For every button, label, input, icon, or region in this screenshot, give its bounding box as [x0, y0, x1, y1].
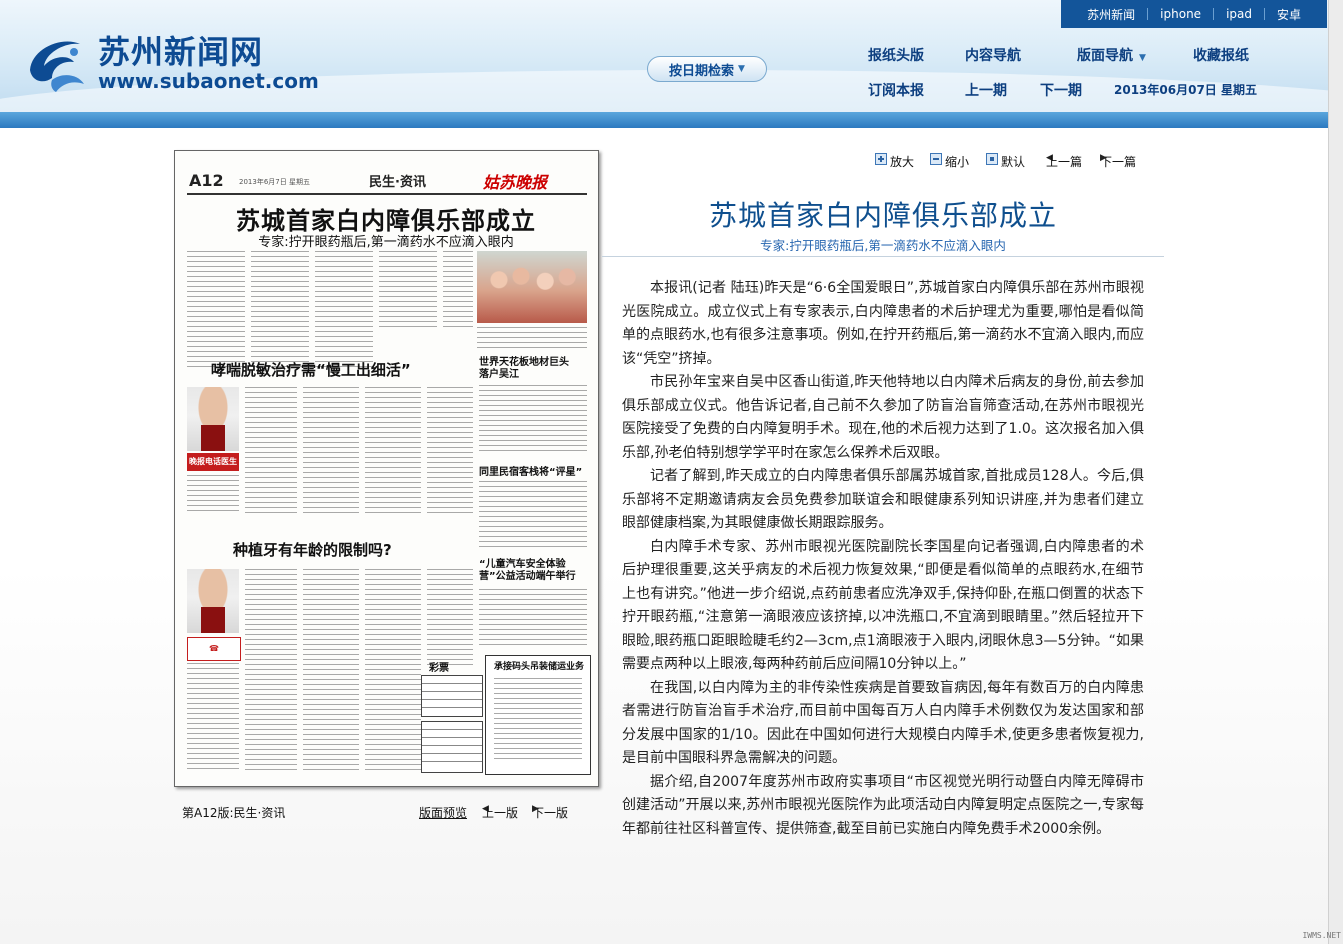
- nav-row-secondary: 订阅本报 上一期 下一期 2013年06月07日 星期五: [0, 80, 1343, 100]
- article-title: 苏城首家白内障俱乐部成立: [708, 199, 1057, 232]
- text-column: [479, 481, 587, 551]
- classified-ad-box: 承接码头吊装储运业务: [485, 655, 591, 775]
- zoom-in-icon: [875, 153, 887, 165]
- lottery-table: [421, 721, 483, 773]
- photo-caption: [477, 327, 587, 351]
- hotline-badge: 晚报电话医生: [187, 453, 239, 471]
- story-headline-homestay[interactable]: 同里民宿客栈将“评星”: [479, 463, 582, 478]
- story-headline-ceiling[interactable]: 世界天花板地材巨头落户吴江: [479, 357, 569, 381]
- top-link-iphone[interactable]: iphone: [1148, 7, 1213, 21]
- text-column: [427, 569, 473, 669]
- top-link-strip: 苏州新闻 iphone ipad 安卓: [1061, 0, 1327, 28]
- top-link-ipad[interactable]: ipad: [1214, 7, 1264, 21]
- dentist-photo: [187, 569, 239, 633]
- zoom-out-icon: [930, 153, 942, 165]
- article-paragraph: 据介绍,自2007年度苏州市政府实事项目“市区视觉光明行动暨白内障无障碍市创建活…: [622, 773, 1144, 837]
- text-column: [303, 387, 359, 517]
- previous-article-label: 上一篇: [1046, 155, 1083, 169]
- text-column: [187, 251, 245, 371]
- article-paragraph: 记者了解到,昨天成立的白内障患者俱乐部属苏城首家,首批成员128人。今后,俱乐部…: [622, 468, 1144, 531]
- text-column: [251, 251, 309, 371]
- nav-layout-guide[interactable]: 版面导航 ▼: [1077, 45, 1146, 65]
- top-link-suzhou-news[interactable]: 苏州新闻: [1075, 6, 1147, 23]
- nav-next-issue[interactable]: 下一期: [1040, 80, 1082, 100]
- phone-hotline-badge: ☎: [187, 637, 241, 661]
- text-column: [494, 678, 582, 762]
- text-column: [245, 569, 297, 773]
- page-preview-link[interactable]: 版面预览: [419, 804, 467, 821]
- chevron-down-icon: ▼: [1139, 53, 1146, 63]
- nav-bookmark-paper[interactable]: 收藏报纸: [1193, 45, 1249, 65]
- nav-subscribe[interactable]: 订阅本报: [868, 80, 924, 100]
- default-size-button[interactable]: 默认: [986, 153, 1025, 169]
- paper-page-date: 2013年6月7日 星期五: [239, 178, 310, 186]
- default-size-label: 默认: [1001, 155, 1026, 169]
- top-link-android[interactable]: 安卓: [1265, 6, 1313, 23]
- paper-section-name: 民生·资讯: [369, 175, 426, 190]
- news-photo-crowd: [477, 251, 587, 323]
- article-paragraph: 在我国,以白内障为主的非传染性疾病是首要致盲病因,每年有数百万的白内障患者需进行…: [622, 679, 1144, 767]
- text-column: [479, 385, 587, 455]
- text-column: [315, 251, 373, 371]
- zoom-out-label: 缩小: [945, 155, 970, 169]
- text-column: [379, 251, 437, 331]
- doctor-photo: [187, 387, 239, 451]
- nav-layout-guide-label: 版面导航: [1077, 48, 1133, 64]
- divider: [602, 256, 1164, 257]
- text-column: [245, 387, 297, 517]
- nav-front-page[interactable]: 报纸头版: [868, 45, 924, 65]
- zoom-in-button[interactable]: 放大: [875, 153, 914, 169]
- default-size-icon: [986, 153, 998, 165]
- text-column: [187, 663, 239, 773]
- paper-page-number: A12: [189, 171, 224, 190]
- text-column: [365, 569, 421, 773]
- text-column: [427, 387, 473, 517]
- issue-date: 2013年06月07日 星期五: [1114, 83, 1257, 97]
- lottery-box-title: 彩票: [429, 663, 449, 674]
- triangle-right-icon: ▶: [1100, 153, 1107, 163]
- paper-masthead: A12 2013年6月7日 星期五 民生·资讯 姑苏晚报: [187, 167, 587, 195]
- article-paragraph: 白内障手术专家、苏州市眼视光医院副院长李国星向记者强调,白内障患者的术后护理很重…: [622, 538, 1144, 673]
- lottery-table: [421, 675, 483, 717]
- text-column: [365, 387, 421, 517]
- newspaper-page-preview[interactable]: A12 2013年6月7日 星期五 民生·资讯 姑苏晚报 苏城首家白内障俱乐部成…: [174, 150, 599, 787]
- story-headline-asthma[interactable]: 哮喘脱敏治疗需“慢工出细活”: [211, 359, 411, 380]
- text-column: [187, 475, 239, 515]
- article-body: 本报讯(记者 陆珏)昨天是“6·6全国爱眼日”,苏城首家白内障俱乐部在苏州市眼视…: [622, 277, 1144, 841]
- text-column: [479, 589, 587, 649]
- vertical-scrollbar[interactable]: [1328, 0, 1343, 944]
- classified-ad-title: 承接码头吊装储运业务: [494, 662, 585, 672]
- triangle-right-icon: ▶: [532, 804, 539, 814]
- zoom-out-button[interactable]: 缩小: [930, 153, 969, 169]
- story-headline-implant[interactable]: 种植牙有年龄的限制吗?: [233, 539, 392, 560]
- watermark: IWMS.NET: [1302, 931, 1341, 940]
- article-paragraph: 本报讯(记者 陆珏)昨天是“6·6全国爱眼日”,苏城首家白内障俱乐部在苏州市眼视…: [622, 280, 1144, 367]
- page-navigation-bar: 第A12版:民生·资讯 版面预览 ◀ 上一版 下一版 ▶: [182, 804, 582, 822]
- article-paragraph: 市民孙年宝来自吴中区香山街道,昨天他特地以白内障术后病友的身份,前去参加俱乐部成…: [622, 374, 1144, 461]
- text-column: [443, 251, 473, 331]
- zoom-in-label: 放大: [890, 155, 915, 169]
- nav-content-guide[interactable]: 内容导航: [965, 45, 1021, 65]
- chevron-down-icon: ▼: [738, 64, 745, 74]
- text-column: [303, 569, 359, 773]
- header-bottom-band: [0, 112, 1343, 128]
- paper-subhead: 专家:拧开眼药瓶后,第一滴药水不应滴入眼内: [258, 235, 514, 250]
- nav-row-primary: 报纸头版 内容导航 版面导航 ▼ 收藏报纸: [0, 45, 1343, 65]
- article-subtitle: 专家:拧开眼药瓶后,第一滴药水不应滴入眼内: [760, 238, 1006, 253]
- previous-page-label: 上一版: [482, 806, 519, 820]
- site-header: 苏州新闻 iphone ipad 安卓 苏州新闻网 www.subaonet.c…: [0, 0, 1343, 128]
- paper-brand-logo: 姑苏晚报: [482, 173, 547, 192]
- nav-previous-issue[interactable]: 上一期: [965, 80, 1007, 100]
- current-page-label: 第A12版:民生·资讯: [182, 806, 286, 820]
- story-headline-car-safety[interactable]: “儿童汽车安全体验营”公益活动端午举行: [479, 559, 589, 583]
